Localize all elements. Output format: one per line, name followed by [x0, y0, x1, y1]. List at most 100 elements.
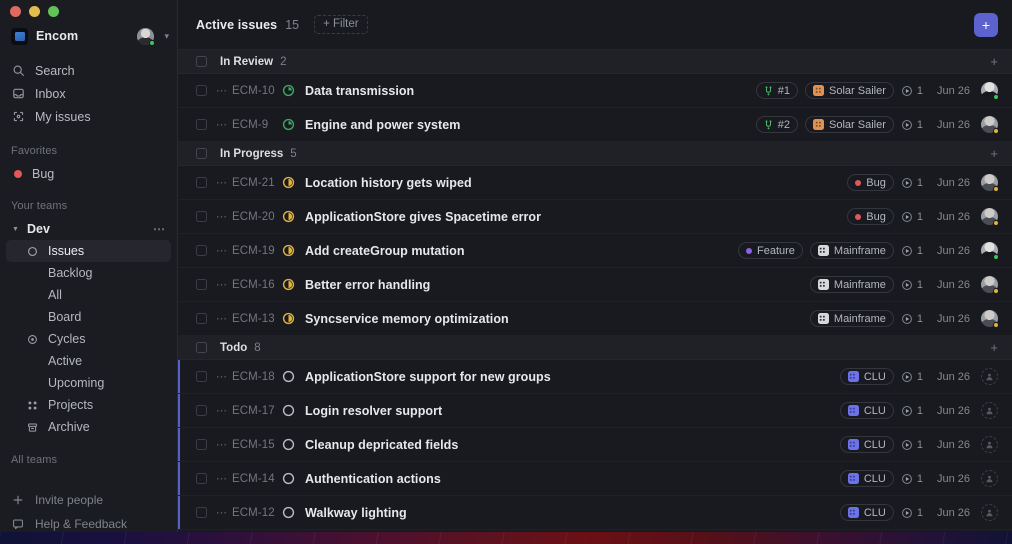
chevron-down-icon[interactable]: ▼	[11, 226, 20, 233]
row-menu-icon[interactable]: ⋯	[216, 408, 228, 414]
group-header-todo[interactable]: Todo8+	[178, 336, 1012, 360]
table-row[interactable]: ⋯ECM-15Cleanup depricated fieldsCLU1Jun …	[178, 428, 1012, 462]
estimate[interactable]: 1	[901, 507, 923, 519]
sidebar-item-search[interactable]: Search	[0, 60, 177, 81]
row-select-checkbox[interactable]	[196, 279, 207, 290]
sidebar-item-cycles[interactable]: Cycles	[6, 328, 171, 350]
assignee-avatar[interactable]	[981, 174, 998, 191]
estimate[interactable]: 1	[901, 279, 923, 291]
assignee-placeholder-icon[interactable]	[981, 504, 998, 521]
table-row[interactable]: ⋯ECM-13Syncservice memory optimizationMa…	[178, 302, 1012, 336]
group-select-checkbox[interactable]	[196, 342, 207, 353]
status-in-progress-icon[interactable]	[282, 210, 295, 223]
estimate[interactable]: 1	[901, 177, 923, 189]
branch-badge[interactable]: #2	[756, 116, 798, 133]
estimate[interactable]: 1	[901, 371, 923, 383]
row-select-checkbox[interactable]	[196, 313, 207, 324]
row-menu-icon[interactable]: ⋯	[216, 214, 228, 220]
sidebar-item-issues[interactable]: Issues	[6, 240, 171, 262]
branch-badge[interactable]: #1	[756, 82, 798, 99]
table-row[interactable]: ⋯ECM-20ApplicationStore gives Spacetime …	[178, 200, 1012, 234]
estimate[interactable]: 1	[901, 245, 923, 257]
sidebar-item-my-issues[interactable]: My issues	[0, 106, 177, 127]
estimate[interactable]: 1	[901, 313, 923, 325]
invite-people-button[interactable]: Invite people	[0, 488, 177, 512]
assignee-avatar[interactable]	[981, 276, 998, 293]
assignee-placeholder-icon[interactable]	[981, 368, 998, 385]
assignee-avatar[interactable]	[981, 242, 998, 259]
row-select-checkbox[interactable]	[196, 405, 207, 416]
close-icon[interactable]	[10, 6, 21, 17]
label-badge[interactable]: Feature	[738, 242, 803, 259]
status-todo-icon[interactable]	[282, 404, 295, 417]
project-badge[interactable]: Solar Sailer	[805, 116, 894, 133]
project-badge[interactable]: CLU	[840, 368, 894, 385]
group-select-checkbox[interactable]	[196, 56, 207, 67]
row-menu-icon[interactable]: ⋯	[216, 374, 228, 380]
estimate[interactable]: 1	[901, 405, 923, 417]
table-row[interactable]: ⋯ECM-18ApplicationStore support for new …	[178, 360, 1012, 394]
filter-button[interactable]: + Filter	[314, 15, 367, 35]
sidebar-item-upcoming[interactable]: Upcoming	[6, 372, 171, 394]
row-menu-icon[interactable]: ⋯	[216, 180, 228, 186]
row-menu-icon[interactable]: ⋯	[216, 88, 228, 94]
assignee-placeholder-icon[interactable]	[981, 436, 998, 453]
row-menu-icon[interactable]: ⋯	[216, 248, 228, 254]
project-badge[interactable]: CLU	[840, 504, 894, 521]
project-badge[interactable]: Solar Sailer	[805, 82, 894, 99]
sidebar-item-backlog[interactable]: Backlog	[6, 262, 171, 284]
status-in-progress-icon[interactable]	[282, 244, 295, 257]
status-in-progress-icon[interactable]	[282, 278, 295, 291]
row-menu-icon[interactable]: ⋯	[216, 476, 228, 482]
assignee-avatar[interactable]	[981, 310, 998, 327]
estimate[interactable]: 1	[901, 473, 923, 485]
chevron-down-icon[interactable]: ▾	[164, 31, 169, 42]
status-todo-icon[interactable]	[282, 472, 295, 485]
row-select-checkbox[interactable]	[196, 507, 207, 518]
status-todo-icon[interactable]	[282, 438, 295, 451]
sidebar-item-projects[interactable]: Projects	[6, 394, 171, 416]
status-in-progress-icon[interactable]	[282, 312, 295, 325]
ellipsis-icon[interactable]: ⋯	[153, 225, 166, 233]
estimate[interactable]: 1	[901, 85, 923, 97]
label-badge[interactable]: Bug	[847, 174, 894, 191]
project-badge[interactable]: Mainframe	[810, 310, 894, 327]
table-row[interactable]: ⋯ECM-16Better error handlingMainframe1Ju…	[178, 268, 1012, 302]
sidebar-item-all[interactable]: All	[6, 284, 171, 306]
estimate[interactable]: 1	[901, 211, 923, 223]
maximize-icon[interactable]	[48, 6, 59, 17]
project-badge[interactable]: Mainframe	[810, 276, 894, 293]
project-badge[interactable]: CLU	[840, 436, 894, 453]
sidebar-item-bug[interactable]: Bug	[0, 163, 177, 184]
project-badge[interactable]: Mainframe	[810, 242, 894, 259]
project-badge[interactable]: CLU	[840, 470, 894, 487]
sidebar-item-active[interactable]: Active	[6, 350, 171, 372]
sidebar-item-archive[interactable]: Archive	[6, 416, 171, 438]
estimate[interactable]: 1	[901, 439, 923, 451]
all-teams-label[interactable]: All teams	[0, 454, 177, 466]
table-row[interactable]: ⋯ECM-19Add createGroup mutationFeatureMa…	[178, 234, 1012, 268]
project-badge[interactable]: CLU	[840, 402, 894, 419]
row-select-checkbox[interactable]	[196, 211, 207, 222]
minimize-icon[interactable]	[29, 6, 40, 17]
status-todo-icon[interactable]	[282, 370, 295, 383]
status-in-progress-icon[interactable]	[282, 176, 295, 189]
status-in-review-icon[interactable]	[282, 84, 295, 97]
group-header-in-review[interactable]: In Review2+	[178, 50, 1012, 74]
workspace-switcher[interactable]: Encom ▾	[0, 22, 177, 50]
row-select-checkbox[interactable]	[196, 245, 207, 256]
new-issue-button[interactable]: +	[974, 13, 998, 37]
status-in-review-icon[interactable]	[282, 118, 295, 131]
group-header-in-progress[interactable]: In Progress5+	[178, 142, 1012, 166]
group-add-issue-button[interactable]: +	[990, 341, 998, 354]
assignee-avatar[interactable]	[981, 82, 998, 99]
assignee-placeholder-icon[interactable]	[981, 402, 998, 419]
row-menu-icon[interactable]: ⋯	[216, 282, 228, 288]
row-select-checkbox[interactable]	[196, 85, 207, 96]
row-menu-icon[interactable]: ⋯	[216, 122, 228, 128]
row-select-checkbox[interactable]	[196, 119, 207, 130]
row-menu-icon[interactable]: ⋯	[216, 510, 228, 516]
table-row[interactable]: ⋯ECM-21Location history gets wipedBug1Ju…	[178, 166, 1012, 200]
sidebar-item-inbox[interactable]: Inbox	[0, 83, 177, 104]
row-menu-icon[interactable]: ⋯	[216, 316, 228, 322]
